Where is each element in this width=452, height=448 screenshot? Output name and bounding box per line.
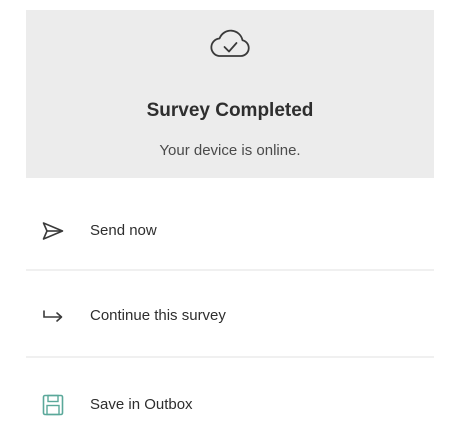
status-header: Survey Completed Your device is online. (26, 10, 434, 178)
completion-sheet: Survey Completed Your device is online. … (26, 10, 434, 448)
status-text: Your device is online. (159, 142, 301, 159)
send-now-button[interactable]: Send now (26, 184, 434, 274)
continue-survey-button[interactable]: Continue this survey (26, 271, 434, 361)
save-in-outbox-label: Save in Outbox (90, 396, 193, 413)
send-icon (42, 222, 64, 240)
cloud-check-icon (210, 29, 250, 57)
arrow-continue-icon (43, 310, 63, 322)
send-now-label: Send now (90, 222, 157, 239)
continue-survey-label: Continue this survey (90, 307, 226, 324)
page-title: Survey Completed (146, 100, 314, 121)
save-in-outbox-button[interactable]: Save in Outbox (26, 358, 434, 448)
save-floppy-icon (42, 394, 64, 416)
